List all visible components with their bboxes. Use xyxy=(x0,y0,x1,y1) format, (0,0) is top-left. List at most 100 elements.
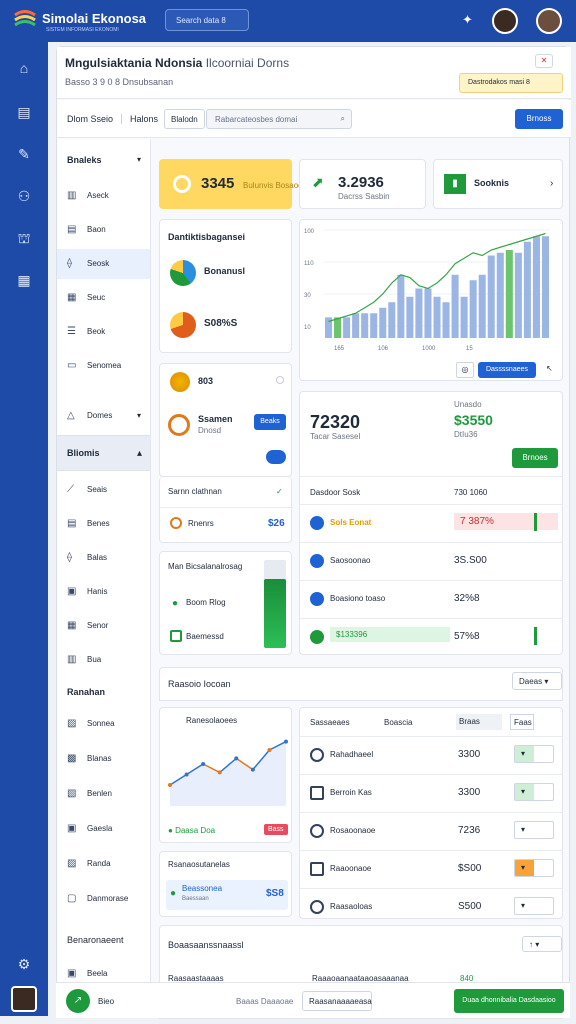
summary-row[interactable]: Sols Eonat 7 387% xyxy=(300,505,562,541)
sidebar-item[interactable]: ▭ Senomea xyxy=(57,351,150,381)
table-row[interactable]: Berroin Kas 3300 ▾ xyxy=(300,775,562,811)
chart-bar[interactable] xyxy=(361,313,369,338)
chart-bar[interactable] xyxy=(460,296,468,338)
bottom-search[interactable]: Raasanaaaaeasa xyxy=(302,991,372,1011)
table-row[interactable]: Rosaoonaoe 7236 ▾ xyxy=(300,813,562,849)
bank-icon[interactable]: ⛫ xyxy=(14,228,34,248)
chart-bar[interactable] xyxy=(541,236,549,338)
expand-icon[interactable]: ↖ xyxy=(546,364,553,373)
sidebar-item[interactable]: ▧ Benlen xyxy=(57,779,150,809)
sidebar-item[interactable]: ▣ Gaesla xyxy=(57,814,150,844)
bar-chart[interactable]: 100 110 30 10 165 106 1000 15 xyxy=(300,220,564,382)
dropdown[interactable]: ↑ ▾ xyxy=(522,936,562,952)
row-dropdown[interactable]: ▾ xyxy=(514,745,554,763)
sidebar-item[interactable]: ▣ Hanis xyxy=(57,577,150,607)
report-icon[interactable]: ▦ xyxy=(14,270,34,290)
home-icon[interactable]: ⌂ xyxy=(14,58,34,78)
card-row[interactable]: Boom Rlog xyxy=(186,598,226,607)
chart-bar[interactable] xyxy=(397,274,405,338)
chart-bar[interactable] xyxy=(388,302,396,338)
chart-bar[interactable] xyxy=(370,313,378,338)
chart-bar[interactable] xyxy=(424,288,432,339)
toolbar-label-2[interactable]: Halons xyxy=(121,114,158,124)
toggle-switch[interactable] xyxy=(266,450,286,464)
sidebar-item[interactable]: ▤ Baon xyxy=(57,215,150,245)
alert-chip[interactable]: Dastrodakos masi 8 xyxy=(459,73,563,93)
sidebar-item[interactable]: ⟋ Seais xyxy=(57,475,150,505)
chart-bar[interactable] xyxy=(478,274,486,338)
document-icon[interactable]: ▤ xyxy=(14,102,34,122)
table-header[interactable]: Braas xyxy=(456,714,502,730)
summary-button[interactable]: Brnoes xyxy=(512,448,558,468)
checkbox-icon[interactable] xyxy=(170,630,182,642)
row-dropdown[interactable]: ▾ xyxy=(514,897,554,915)
sidebar-item[interactable]: ▦ Senor xyxy=(57,611,150,641)
chart-bar[interactable] xyxy=(406,296,414,338)
row-dropdown[interactable]: ▾ xyxy=(514,821,554,839)
chart-bar[interactable] xyxy=(469,280,477,338)
action-fab[interactable]: ↗ xyxy=(66,989,90,1013)
chart-action-button[interactable]: Dassssnaees xyxy=(478,362,536,378)
list-item[interactable]: Rnenrs xyxy=(188,519,214,528)
chart-bar[interactable] xyxy=(496,252,504,338)
table-row[interactable]: Raaoonaoe $S00 ▾ xyxy=(300,851,562,887)
sidebar-item[interactable]: ▩ Blanas xyxy=(57,744,150,774)
chart-bar[interactable] xyxy=(505,250,513,338)
row-dropdown[interactable]: ▾ xyxy=(514,783,554,801)
chart-bar[interactable] xyxy=(352,313,360,338)
detail-row[interactable]: ● Beassonea Baessaan $S8 xyxy=(166,880,288,910)
edit-icon[interactable]: ✎ xyxy=(14,144,34,164)
sidebar-item[interactable]: ▤ Benes xyxy=(57,509,150,539)
global-search[interactable]: Search data 8 xyxy=(165,9,249,31)
chart-bar[interactable] xyxy=(433,296,441,338)
sidebar-item-domes[interactable]: △ Domes ▾ xyxy=(57,401,150,431)
table-row[interactable]: Rahadhaeel 3300 ▾ xyxy=(300,737,562,773)
chart-bar[interactable] xyxy=(451,274,459,338)
sidebar-item[interactable]: ⟠ Seosk xyxy=(57,249,150,279)
filter-dropdown[interactable]: Daeas ▾ xyxy=(512,672,562,690)
chevron-down-icon[interactable]: ▾ xyxy=(137,155,141,164)
refresh-icon[interactable]: ◎ xyxy=(456,362,474,378)
sidebar-item[interactable]: ☰ Beok xyxy=(57,317,150,347)
kpi-card-1[interactable]: 3345 Bulunvis Bosaoe xyxy=(159,159,303,209)
users-icon[interactable]: ⚇ xyxy=(14,186,34,206)
chart-bar[interactable] xyxy=(379,307,387,338)
user-avatar-1[interactable] xyxy=(492,8,518,34)
chart-bar[interactable] xyxy=(514,252,522,338)
sidebar-item[interactable]: ▦ Seuc xyxy=(57,283,150,313)
summary-row[interactable]: Boasiono toaso 32%8 xyxy=(300,581,562,617)
close-icon[interactable]: ✕ xyxy=(535,54,553,68)
chart-bar[interactable] xyxy=(343,317,351,338)
chart-bar[interactable] xyxy=(487,255,495,339)
chart-bar[interactable] xyxy=(523,241,531,338)
row-dropdown[interactable]: ▾ xyxy=(514,859,554,877)
table-row[interactable]: Raasaoloas S500 ▾ xyxy=(300,889,562,925)
primary-button[interactable]: Brnoss xyxy=(515,109,563,129)
sidebar-section[interactable]: Bliomis ▴ xyxy=(57,435,150,471)
chart-bar[interactable] xyxy=(334,317,342,338)
kpi-card-2[interactable]: ⬈ 3.2936 Dacrss Sasbin xyxy=(299,159,426,209)
bottom-cta[interactable]: Duaa dhonnibalia Dasdaasioo xyxy=(454,989,564,1013)
chart-bar[interactable] xyxy=(442,302,450,338)
sidebar-item[interactable]: ▥ Bua xyxy=(57,645,150,675)
toolbar-search[interactable]: Rabarcateosbes domai ⌕ xyxy=(206,109,352,129)
summary-row[interactable]: $133396 57%8 xyxy=(300,619,562,655)
user-avatar-2[interactable] xyxy=(536,8,562,34)
action-button[interactable]: Beaks xyxy=(254,414,286,430)
summary-row[interactable]: Saosoonao 3S.S00 xyxy=(300,543,562,579)
profile-avatar[interactable] xyxy=(11,986,37,1012)
sidebar-item[interactable]: ▥ Aseck xyxy=(57,181,150,211)
table-header[interactable]: Faas xyxy=(510,714,534,730)
notification-icon[interactable]: ✦ xyxy=(462,12,473,28)
chart-bar[interactable] xyxy=(415,288,423,339)
chart-bar[interactable] xyxy=(532,236,540,338)
kpi-card-3[interactable]: ▮ Sooknis › xyxy=(433,159,563,209)
sidebar-item[interactable]: ▢ Danmorase xyxy=(57,884,150,914)
mini-line-chart[interactable] xyxy=(160,714,293,814)
card-row[interactable]: Baemessd xyxy=(186,632,224,641)
sidebar-item[interactable]: ▨ Randa xyxy=(57,849,150,879)
settings-icon[interactable]: ⚙ xyxy=(14,954,34,974)
filter-button[interactable]: Blalodn xyxy=(164,109,205,129)
radio-icon[interactable] xyxy=(276,376,284,384)
sidebar-item[interactable]: ▨ Sonnea xyxy=(57,709,150,739)
